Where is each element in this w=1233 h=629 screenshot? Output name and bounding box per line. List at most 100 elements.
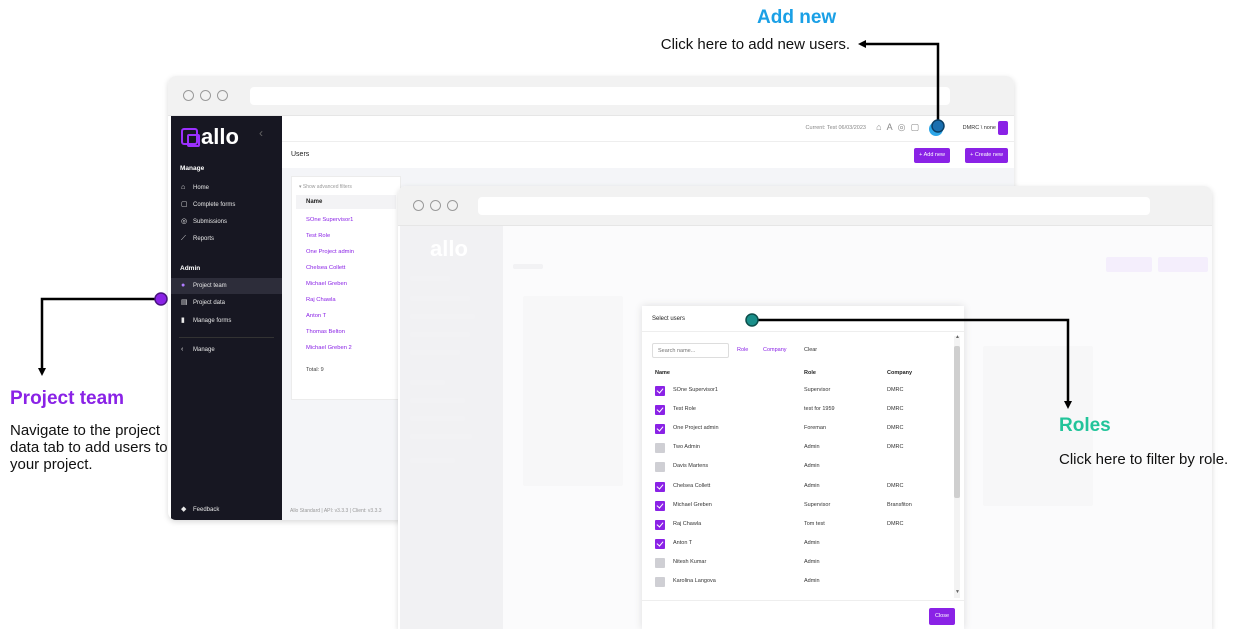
list-item[interactable]: Anton T Admin xyxy=(652,537,952,556)
table-row[interactable]: SOne Supervisor1 xyxy=(306,217,353,223)
add-new-annotation-title: Add new xyxy=(757,7,837,28)
current-project-label[interactable]: Current: Test 06/03/2023 xyxy=(806,125,866,131)
sidebar-item-project-data[interactable]: ▤ Project data xyxy=(171,295,282,311)
placeholder-line xyxy=(410,332,470,337)
table-row[interactable]: Anton T xyxy=(306,313,326,319)
create-new-button-dimmed xyxy=(1158,257,1208,272)
checkbox-unchecked[interactable] xyxy=(655,462,665,473)
table-row[interactable]: Test Role xyxy=(306,233,330,239)
checkbox-checked[interactable] xyxy=(655,519,665,530)
translate-icon[interactable]: A xyxy=(887,122,898,132)
avatar[interactable] xyxy=(929,122,943,136)
placeholder-line xyxy=(410,276,450,281)
create-new-button[interactable]: + Create new xyxy=(965,148,1008,163)
list-item[interactable]: Davis Martens Admin xyxy=(652,460,952,479)
modal-title: Select users xyxy=(652,316,686,322)
sidebar-item-manage-collapse[interactable]: ‹ Manage xyxy=(171,342,282,358)
list-item[interactable]: Michael Greben Supervisor Bransfiton xyxy=(652,499,952,518)
window-dot-icon[interactable] xyxy=(183,90,194,101)
clear-filter-button[interactable]: Clear xyxy=(804,347,817,353)
user-company-cell: DMRC xyxy=(887,520,904,527)
checkbox-checked[interactable] xyxy=(655,386,665,396)
user-name-cell: Karolina Langova xyxy=(673,578,716,584)
scrollbar-thumb[interactable] xyxy=(954,346,960,498)
scroll-down-icon[interactable]: ▼ xyxy=(955,589,960,595)
window-dot-icon[interactable] xyxy=(217,90,228,101)
user-role-cell: Admin xyxy=(804,539,820,546)
placeholder-line xyxy=(410,296,470,301)
address-bar[interactable] xyxy=(478,197,1150,215)
building-icon[interactable]: ⌂ xyxy=(876,122,886,132)
project-team-annotation-title: Project team xyxy=(10,388,125,409)
list-item[interactable]: Test Role test for 1959 DMRC xyxy=(652,403,952,422)
window-dot-icon[interactable] xyxy=(200,90,211,101)
home-icon: ⌂ xyxy=(181,184,186,191)
chat-icon[interactable]: ▢ xyxy=(910,122,924,132)
sidebar-item-project-team[interactable]: ● Project team xyxy=(171,278,282,294)
list-item[interactable]: Raj Chawla Tom test DMRC xyxy=(652,518,952,537)
sidebar-item-submissions[interactable]: ◎ Submissions xyxy=(171,214,282,230)
user-role-cell: Admin xyxy=(804,482,820,489)
checkbox-checked[interactable] xyxy=(655,424,665,435)
list-item[interactable]: Karolina Langova Admin xyxy=(652,575,952,594)
user-company-cell: DMRC xyxy=(887,425,904,432)
roles-annotation-body: Click here to filter by role. xyxy=(1059,451,1229,468)
address-bar[interactable] xyxy=(250,87,950,105)
checkbox-checked[interactable] xyxy=(655,500,665,511)
list-item[interactable]: One Project admin Foreman DMRC xyxy=(652,422,952,441)
project-team-annotation-body: Navigate to the project data tab to add … xyxy=(10,422,168,473)
users-table-card: ▾ Show advanced filters Name SOne Superv… xyxy=(291,176,401,400)
list-item[interactable]: Two Admin Admin DMRC xyxy=(652,441,952,460)
logo: allo xyxy=(430,236,468,261)
table-row[interactable]: One Project admin xyxy=(306,249,354,255)
user-menu-button[interactable] xyxy=(998,121,1008,135)
collapse-chevron-icon[interactable]: ‹ xyxy=(259,126,263,140)
window-dot-icon[interactable] xyxy=(413,200,424,211)
role-column-header[interactable]: Role xyxy=(804,370,816,376)
table-row[interactable]: Raj Chawla xyxy=(306,297,336,303)
table-row[interactable]: Michael Greben xyxy=(306,281,347,287)
user-name-cell: Davis Martens xyxy=(673,463,709,470)
user-name-cell: Nitesh Kumar xyxy=(673,558,707,565)
placeholder-line xyxy=(410,314,475,319)
notification-icon[interactable]: ◎ xyxy=(898,122,911,132)
window-dot-icon[interactable] xyxy=(447,200,458,211)
logo[interactable]: allo xyxy=(181,124,239,150)
close-button[interactable]: Close xyxy=(928,608,955,625)
user-name-cell: Anton T xyxy=(673,539,693,546)
table-row[interactable]: Thomas Belton xyxy=(306,329,345,335)
table-row[interactable]: Michael Greben 2 xyxy=(306,345,352,351)
name-column-header[interactable]: Name xyxy=(296,195,396,209)
advanced-filters-toggle[interactable]: ▾ Show advanced filters xyxy=(299,184,352,190)
list-item[interactable]: SOne Supervisor1 Supervisor DMRC xyxy=(652,384,952,403)
toolbar-icons[interactable]: ⌂A◎▢ xyxy=(876,122,924,133)
project-team-arrow xyxy=(38,297,161,376)
company-column-header[interactable]: Company xyxy=(887,370,912,376)
sidebar-item-complete-forms[interactable]: ▢ Complete forms xyxy=(171,197,282,213)
checkbox-unchecked[interactable] xyxy=(655,557,665,568)
window-dot-icon[interactable] xyxy=(430,200,441,211)
checkbox-checked[interactable] xyxy=(655,481,665,492)
project-team-hotspot xyxy=(154,292,168,306)
sidebar-item-home[interactable]: ⌂ Home xyxy=(171,180,282,196)
user-role-cell: test for 1959 xyxy=(804,406,835,413)
checkbox-unchecked[interactable] xyxy=(655,443,665,454)
add-new-button[interactable]: + Add new xyxy=(914,148,950,163)
name-column-header[interactable]: Name xyxy=(655,370,670,376)
list-item[interactable]: Chelsea Collett Admin DMRC xyxy=(652,480,952,499)
company-filter-button[interactable]: Company xyxy=(763,347,787,353)
table-row[interactable]: Chelsea Collett xyxy=(306,265,345,271)
list-item[interactable]: Nitesh Kumar Admin xyxy=(652,556,952,575)
sidebar-item-reports[interactable]: ⟋ Reports xyxy=(171,231,282,247)
browser-chrome xyxy=(168,76,1014,116)
checkbox-unchecked[interactable] xyxy=(655,577,665,587)
search-input[interactable] xyxy=(652,343,729,358)
sidebar-item-manage-forms[interactable]: ▮ Manage forms xyxy=(171,313,282,329)
user-icon: ● xyxy=(181,282,186,289)
checkbox-checked[interactable] xyxy=(655,538,665,549)
scroll-up-icon[interactable]: ▲ xyxy=(955,334,960,340)
role-filter-button[interactable]: Role xyxy=(737,347,748,353)
user-name[interactable]: DMRC \ none xyxy=(963,125,996,131)
sidebar-item-feedback[interactable]: ◆ Feedback xyxy=(171,502,282,518)
checkbox-checked[interactable] xyxy=(655,405,665,416)
